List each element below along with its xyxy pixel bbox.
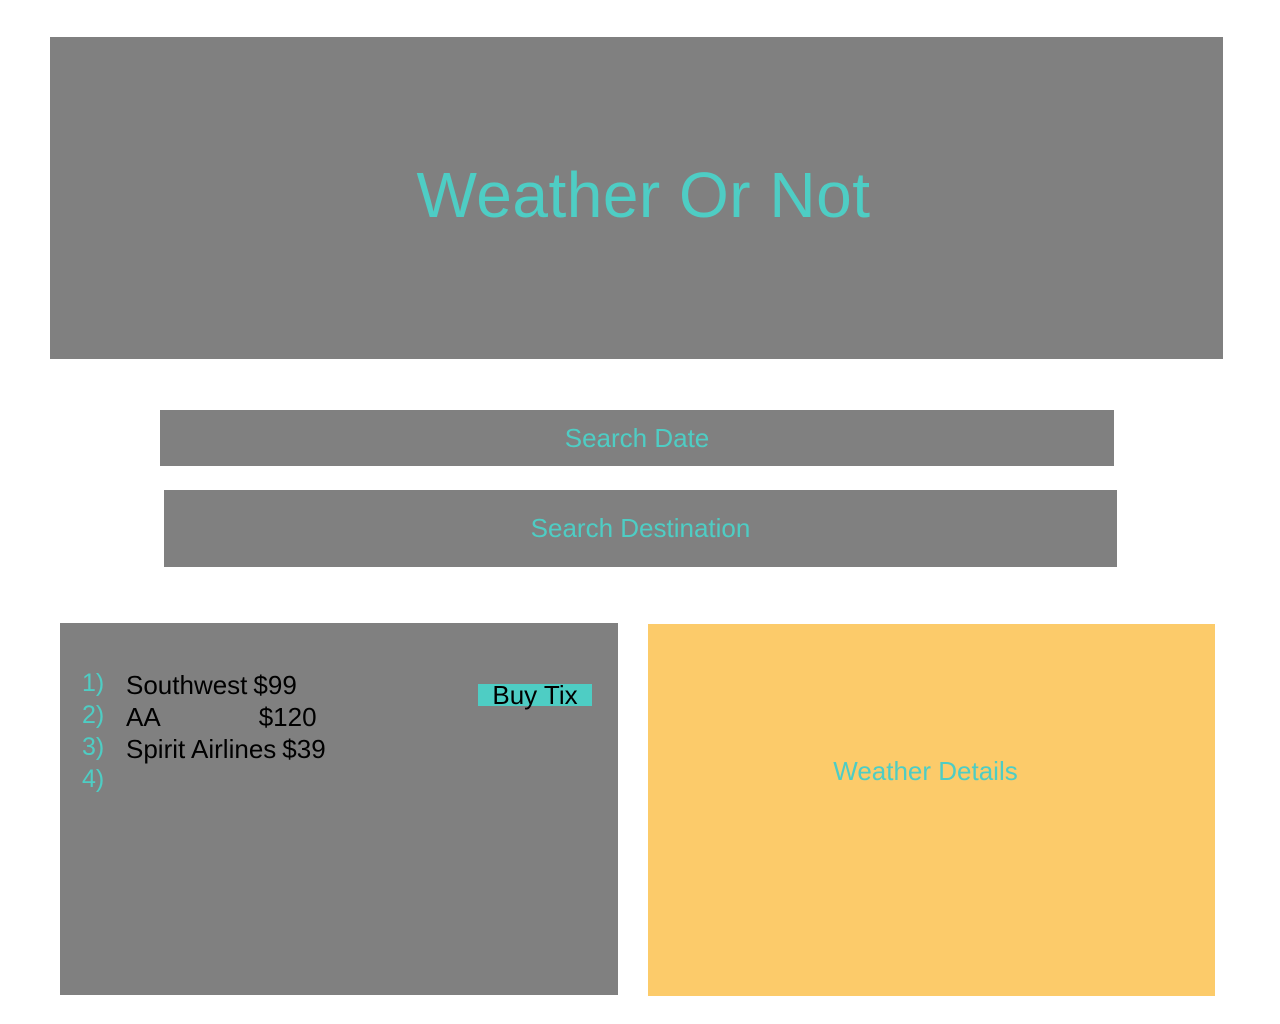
- search-date-input[interactable]: Search Date: [160, 410, 1114, 466]
- flight-number: 4): [82, 764, 105, 793]
- flight-airline: AA: [126, 701, 161, 732]
- flight-item[interactable]: 3) Spirit Airlines $39: [82, 733, 326, 765]
- flight-price: $39: [282, 733, 326, 764]
- weather-details-title: Weather Details: [833, 756, 1018, 786]
- header-banner: Weather Or Not: [50, 37, 1223, 359]
- page: Weather Or Not Search Date Search Destin…: [0, 0, 1280, 1024]
- search-destination-input[interactable]: Search Destination: [164, 490, 1117, 567]
- flight-item[interactable]: 2) AA $120: [82, 701, 326, 733]
- flight-number: 3): [82, 732, 105, 761]
- flight-item[interactable]: 4): [82, 765, 326, 797]
- flight-item[interactable]: 1) Southwest $99: [82, 669, 326, 701]
- flight-list: 1) Southwest $99 2) AA $120 3) Spirit Ai…: [82, 669, 326, 797]
- flight-airline: Southwest: [126, 669, 248, 700]
- flight-airline: Spirit Airlines: [126, 733, 277, 764]
- buy-tickets-button[interactable]: Buy Tix: [478, 682, 592, 708]
- flight-price: $120: [258, 701, 317, 732]
- flight-price: $99: [253, 669, 297, 700]
- app-title: Weather Or Not: [416, 159, 871, 231]
- flights-panel: 1) Southwest $99 2) AA $120 3) Spirit Ai…: [60, 623, 618, 995]
- flight-number: 1): [82, 668, 105, 697]
- weather-panel: Weather Details: [648, 624, 1215, 996]
- flight-number: 2): [82, 700, 105, 729]
